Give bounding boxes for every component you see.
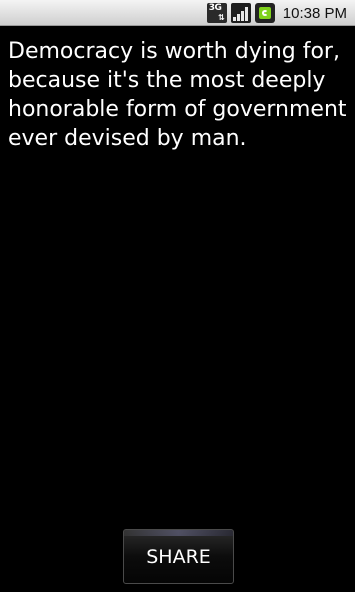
status-bar: 3G ⇅ 10:38 PM [0,0,355,26]
status-time: 10:38 PM [282,4,347,22]
battery-charging-icon [254,3,275,23]
share-button-label: SHARE [146,545,211,568]
share-button[interactable]: SHARE [123,529,234,584]
share-button-container: SHARE [123,529,234,584]
status-icons: 3G ⇅ 10:38 PM [206,0,347,26]
signal-strength-icon [230,3,251,23]
network-3g-icon: 3G ⇅ [206,3,227,23]
data-transfer-arrows-icon: ⇅ [218,13,225,22]
quote-text: Democracy is worth dying for, because it… [8,39,347,151]
network-label: 3G [208,3,222,13]
